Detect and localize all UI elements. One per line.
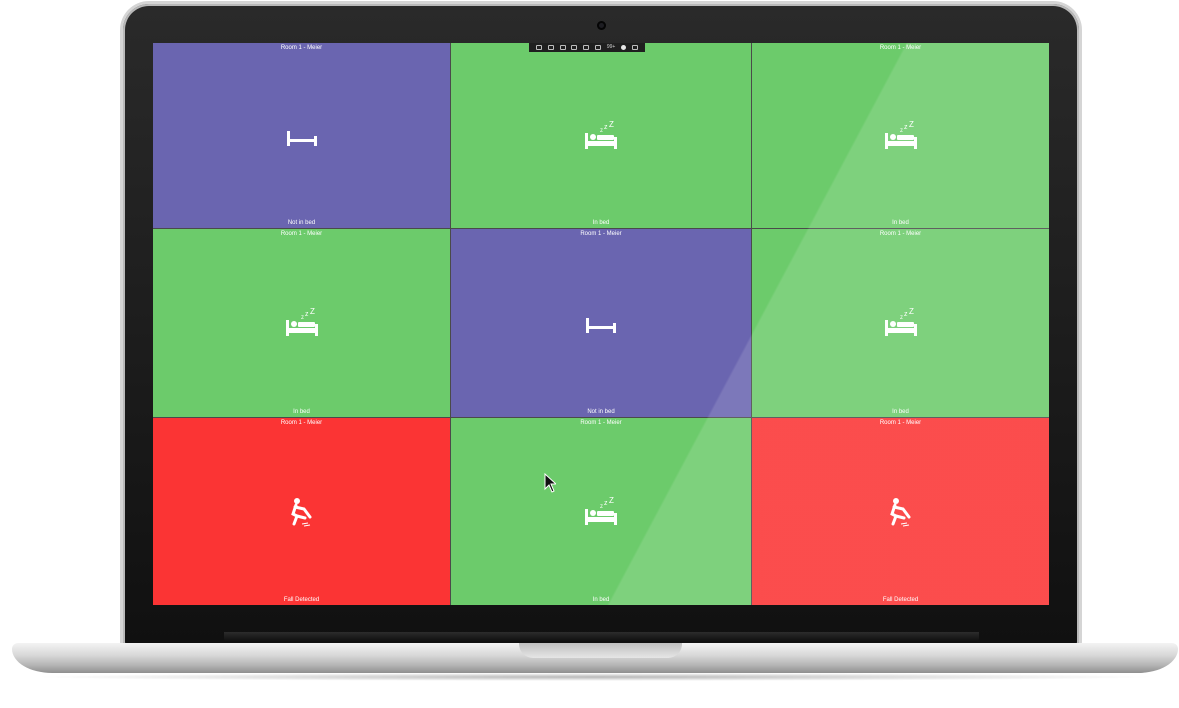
svg-text:Z: Z — [609, 497, 614, 505]
shield-icon[interactable] — [621, 45, 627, 50]
laptop-hinge — [224, 632, 979, 642]
fall-status: Fall Detected — [882, 597, 919, 603]
svg-text:z: z — [900, 128, 903, 134]
room-tile[interactable]: Room 1 - Meier zzZ In bed — [752, 43, 1049, 228]
room-tile[interactable]: Room 1 - Meier Fall Detected — [752, 418, 1049, 605]
window-icon[interactable] — [547, 45, 554, 50]
room-title: Room 1 - Meier — [879, 420, 922, 426]
close-icon[interactable] — [632, 45, 639, 50]
bed-status: In bed — [892, 409, 909, 415]
svg-text:Z: Z — [609, 121, 614, 129]
bed-status: In bed — [592, 597, 610, 603]
svg-text:z: z — [305, 311, 309, 318]
room-tile[interactable]: Room 1 - Meier Not in bed — [451, 229, 751, 417]
bed-status: In bed — [892, 220, 909, 226]
room-tile-grid: Room 1 - Meier Not in bed Room 1 - Meier… — [153, 43, 1049, 605]
room-title: Room 1 - Meier — [879, 231, 922, 237]
fall-status: Fall Detected — [283, 597, 320, 603]
room-tile[interactable]: Room 1 - Meier zzZ In bed — [153, 229, 450, 417]
sleeping-bed-icon: zzZ — [883, 308, 919, 338]
camera-icon[interactable] — [571, 45, 578, 50]
signal-icon[interactable] — [559, 45, 566, 50]
laptop-shadow — [30, 673, 1160, 681]
room-tile[interactable]: Room 1 - Meier Not in bed — [153, 43, 450, 228]
bed-status: Not in bed — [587, 409, 615, 415]
exit-icon[interactable] — [535, 45, 542, 50]
svg-text:z: z — [600, 504, 603, 510]
room-tile[interactable]: Room 1 - Meier Fall Detected — [153, 418, 450, 605]
room-tile[interactable]: Room 1 - Meier zzZ In bed — [752, 229, 1049, 417]
bed-status: In bed — [293, 409, 310, 415]
flag-icon[interactable] — [595, 45, 602, 50]
room-title: Room 1 - Meier — [580, 420, 622, 426]
sleeping-bed-icon: zzZ — [284, 308, 320, 338]
svg-text:Z: Z — [909, 121, 914, 129]
svg-text:Z: Z — [310, 308, 315, 316]
svg-text:z: z — [900, 315, 903, 321]
empty-bed-icon — [284, 121, 320, 151]
falling-person-icon — [883, 497, 919, 527]
svg-text:z: z — [904, 124, 908, 131]
empty-bed-icon — [583, 308, 619, 338]
room-tile[interactable]: Room 1 - Meier zzZ In bed — [451, 43, 751, 228]
falling-person-icon — [284, 497, 320, 527]
svg-text:z: z — [600, 128, 603, 134]
room-title: Room 1 - Meier — [280, 45, 323, 51]
laptop-notch — [519, 643, 682, 658]
bed-status: Not in bed — [287, 220, 316, 226]
room-title: Room 1 - Meier — [879, 45, 922, 51]
svg-text:Z: Z — [909, 308, 914, 316]
monitoring-screen: Room 1 - Meier Not in bed Room 1 - Meier… — [153, 43, 1049, 605]
room-title: Room 1 - Meier — [280, 231, 323, 237]
notification-badge[interactable]: 99+ — [607, 43, 615, 52]
room-tile[interactable]: Room 1 - Meier zzZ In bed — [451, 418, 751, 605]
top-toolbar: 99+ — [529, 43, 645, 52]
svg-text:z: z — [301, 315, 304, 321]
svg-text:z: z — [904, 311, 908, 318]
volume-icon[interactable] — [583, 45, 590, 50]
room-title: Room 1 - Meier — [580, 231, 622, 237]
bed-status: In bed — [592, 220, 610, 226]
svg-text:z: z — [604, 500, 608, 507]
room-title: Room 1 - Meier — [280, 420, 323, 426]
sleeping-bed-icon: zzZ — [583, 497, 619, 527]
webcam — [597, 21, 606, 30]
sleeping-bed-icon: zzZ — [583, 121, 619, 151]
svg-text:z: z — [604, 124, 608, 131]
sleeping-bed-icon: zzZ — [883, 121, 919, 151]
